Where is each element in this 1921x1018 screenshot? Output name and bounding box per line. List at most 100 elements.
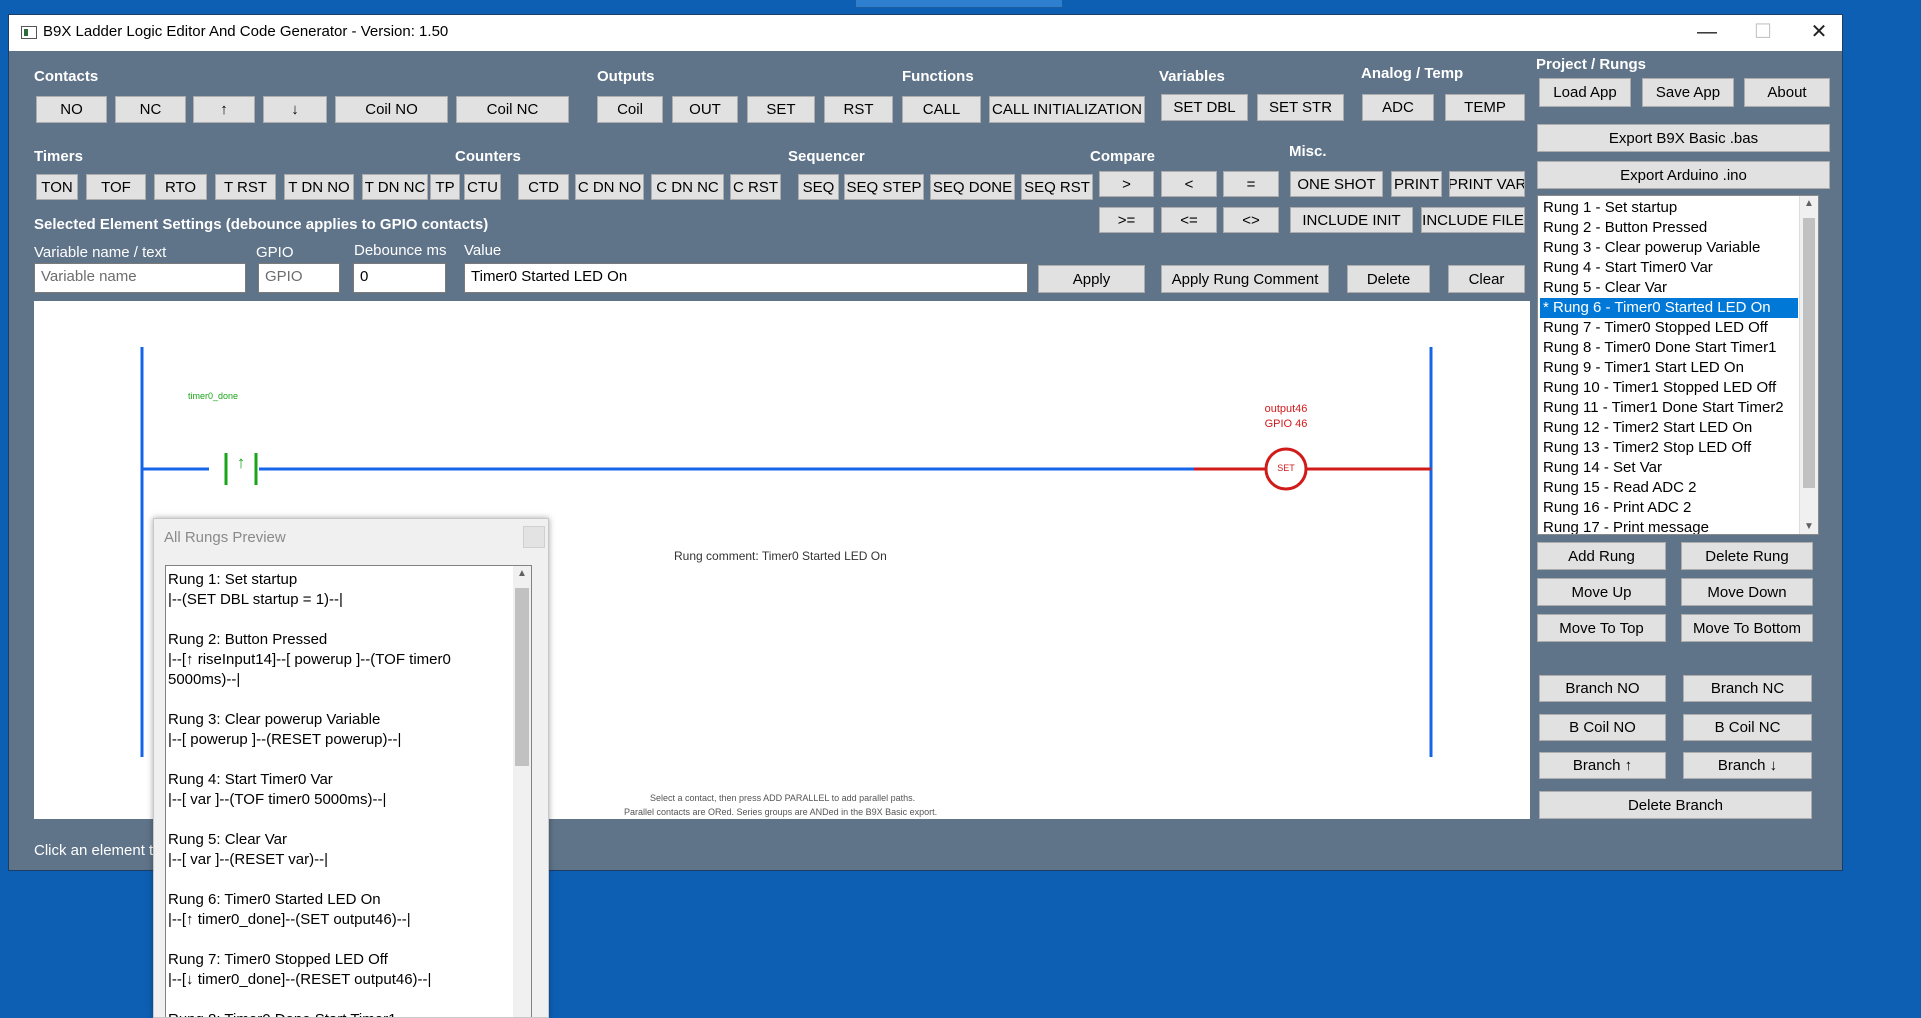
move-to-top-button[interactable]: Move To Top	[1537, 614, 1666, 642]
move-to-bottom-button[interactable]: Move To Bottom	[1681, 614, 1813, 642]
about-button[interactable]: About	[1744, 78, 1830, 107]
rung-list-item[interactable]: Rung 11 - Timer1 Done Start Timer2	[1540, 398, 1798, 418]
compare-ne-button[interactable]: <>	[1223, 207, 1279, 233]
branch-down-button[interactable]: Branch ↓	[1683, 752, 1812, 779]
add-rung-button[interactable]: Add Rung	[1537, 542, 1666, 570]
rung-list-item[interactable]: Rung 13 - Timer2 Stop LED Off	[1540, 438, 1798, 458]
taskbar-tab[interactable]	[855, 0, 1063, 8]
rung-list-item[interactable]: Rung 15 - Read ADC 2	[1540, 478, 1798, 498]
include-file-button[interactable]: INCLUDE FILE	[1421, 207, 1525, 233]
rung-list-item[interactable]: Rung 3 - Clear powerup Variable	[1540, 238, 1798, 258]
export-basic-button[interactable]: Export B9X Basic .bas	[1537, 124, 1830, 152]
variable-name-input[interactable]: Variable name	[34, 263, 246, 293]
rung-list-item[interactable]: Rung 2 - Button Pressed	[1540, 218, 1798, 238]
delete-element-button[interactable]: Delete	[1347, 265, 1430, 293]
one-shot-button[interactable]: ONE SHOT	[1290, 171, 1383, 197]
c-dn-nc-button[interactable]: C DN NC	[651, 174, 724, 200]
ctd-button[interactable]: CTD	[518, 174, 569, 200]
compare-gt-button[interactable]: >	[1099, 171, 1154, 197]
debounce-input[interactable]: 0	[353, 263, 446, 293]
print-var-button[interactable]: PRINT VAR	[1449, 171, 1525, 197]
rung-list-item[interactable]: Rung 9 - Timer1 Start LED On	[1540, 358, 1798, 378]
seq-done-button[interactable]: SEQ DONE	[930, 174, 1015, 200]
b-coil-no-button[interactable]: B Coil NO	[1539, 714, 1666, 741]
rung-list-item[interactable]: Rung 4 - Start Timer0 Var	[1540, 258, 1798, 278]
rung-list[interactable]: Rung 1 - Set startup Rung 2 - Button Pres…	[1537, 195, 1819, 535]
contact-falling-button[interactable]: ↓	[263, 96, 327, 123]
branch-no-button[interactable]: Branch NO	[1539, 675, 1666, 702]
move-down-button[interactable]: Move Down	[1681, 578, 1813, 606]
preview-close-button[interactable]	[523, 526, 545, 548]
rung-list-item[interactable]: Rung 8 - Timer0 Done Start Timer1	[1540, 338, 1798, 358]
output-rst-button[interactable]: RST	[824, 96, 893, 123]
contact-rising-button[interactable]: ↑	[193, 96, 255, 123]
call-button[interactable]: CALL	[902, 96, 981, 123]
delete-rung-button[interactable]: Delete Rung	[1681, 542, 1813, 570]
coil-nc-contact-button[interactable]: Coil NC	[456, 96, 569, 123]
t-rst-button[interactable]: T RST	[215, 174, 276, 200]
compare-lt-button[interactable]: <	[1161, 171, 1217, 197]
scroll-up-icon[interactable]: ▲	[1800, 198, 1818, 209]
tof-button[interactable]: TOF	[86, 174, 146, 200]
rung-list-item[interactable]: Rung 16 - Print ADC 2	[1540, 498, 1798, 518]
output-set-button[interactable]: SET	[747, 96, 815, 123]
compare-eq-button[interactable]: =	[1223, 171, 1279, 197]
ctu-button[interactable]: CTU	[464, 174, 501, 200]
value-input[interactable]: Timer0 Started LED On	[464, 263, 1028, 293]
close-button[interactable]: ✕	[1796, 15, 1842, 51]
preview-scrollbar[interactable]: ▲	[513, 566, 531, 1017]
apply-button[interactable]: Apply	[1038, 265, 1145, 293]
compare-le-button[interactable]: <=	[1161, 207, 1217, 233]
contact-nc-button[interactable]: NC	[115, 96, 186, 123]
move-up-button[interactable]: Move Up	[1537, 578, 1666, 606]
compare-ge-button[interactable]: >=	[1099, 207, 1154, 233]
branch-nc-button[interactable]: Branch NC	[1683, 675, 1812, 702]
t-dn-no-button[interactable]: T DN NO	[284, 174, 354, 200]
seq-step-button[interactable]: SEQ STEP	[844, 174, 924, 200]
c-dn-no-button[interactable]: C DN NO	[575, 174, 644, 200]
tp-button[interactable]: TP	[430, 174, 460, 200]
adc-button[interactable]: ADC	[1362, 94, 1434, 121]
seq-button[interactable]: SEQ	[798, 174, 839, 200]
export-arduino-button[interactable]: Export Arduino .ino	[1537, 161, 1830, 189]
rung-list-item[interactable]: Rung 7 - Timer0 Stopped LED Off	[1540, 318, 1798, 338]
rung-list-item[interactable]: Rung 12 - Timer2 Start LED On	[1540, 418, 1798, 438]
contact-no-button[interactable]: NO	[36, 96, 107, 123]
branch-up-button[interactable]: Branch ↑	[1539, 752, 1666, 779]
scroll-down-icon[interactable]: ▼	[1800, 521, 1818, 532]
gpio-input[interactable]: GPIO	[258, 263, 340, 293]
c-rst-button[interactable]: C RST	[730, 174, 781, 200]
rung-list-item[interactable]: Rung 17 - Print message	[1540, 518, 1798, 534]
rung-list-item[interactable]: Rung 5 - Clear Var	[1540, 278, 1798, 298]
b-coil-nc-button[interactable]: B Coil NC	[1683, 714, 1812, 741]
print-button[interactable]: PRINT	[1391, 171, 1442, 197]
save-app-button[interactable]: Save App	[1642, 78, 1734, 107]
rung-list-item[interactable]: * Rung 6 - Timer0 Started LED On	[1540, 298, 1798, 318]
minimize-button[interactable]: —	[1684, 15, 1730, 51]
preview-scroll-thumb[interactable]	[515, 588, 529, 766]
call-initialization-button[interactable]: CALL INITIALIZATION	[989, 96, 1145, 123]
t-dn-nc-button[interactable]: T DN NC	[362, 174, 428, 200]
preview-scroll-up-icon[interactable]: ▲	[513, 568, 531, 579]
rto-button[interactable]: RTO	[154, 174, 207, 200]
scroll-thumb[interactable]	[1803, 218, 1815, 488]
set-str-button[interactable]: SET STR	[1257, 94, 1344, 121]
maximize-button[interactable]: ☐	[1740, 15, 1786, 51]
output-coil-button[interactable]: Coil	[597, 96, 663, 123]
delete-branch-button[interactable]: Delete Branch	[1539, 791, 1812, 819]
temp-button[interactable]: TEMP	[1445, 94, 1525, 121]
coil-no-contact-button[interactable]: Coil NO	[335, 96, 448, 123]
ton-button[interactable]: TON	[36, 174, 78, 200]
rung-list-item[interactable]: Rung 10 - Timer1 Stopped LED Off	[1540, 378, 1798, 398]
seq-rst-button[interactable]: SEQ RST	[1021, 174, 1093, 200]
clear-element-button[interactable]: Clear	[1448, 265, 1525, 293]
preview-textbox[interactable]: Rung 1: Set startup |--(SET DBL startup =…	[165, 565, 532, 1017]
set-dbl-button[interactable]: SET DBL	[1161, 94, 1248, 121]
output-out-button[interactable]: OUT	[672, 96, 738, 123]
rung-list-scrollbar[interactable]: ▲ ▼	[1799, 196, 1818, 534]
apply-rung-comment-button[interactable]: Apply Rung Comment	[1161, 265, 1329, 293]
rung-list-item[interactable]: Rung 1 - Set startup	[1540, 198, 1798, 218]
include-init-button[interactable]: INCLUDE INIT	[1290, 207, 1413, 233]
rung-list-item[interactable]: Rung 14 - Set Var	[1540, 458, 1798, 478]
load-app-button[interactable]: Load App	[1539, 78, 1631, 107]
